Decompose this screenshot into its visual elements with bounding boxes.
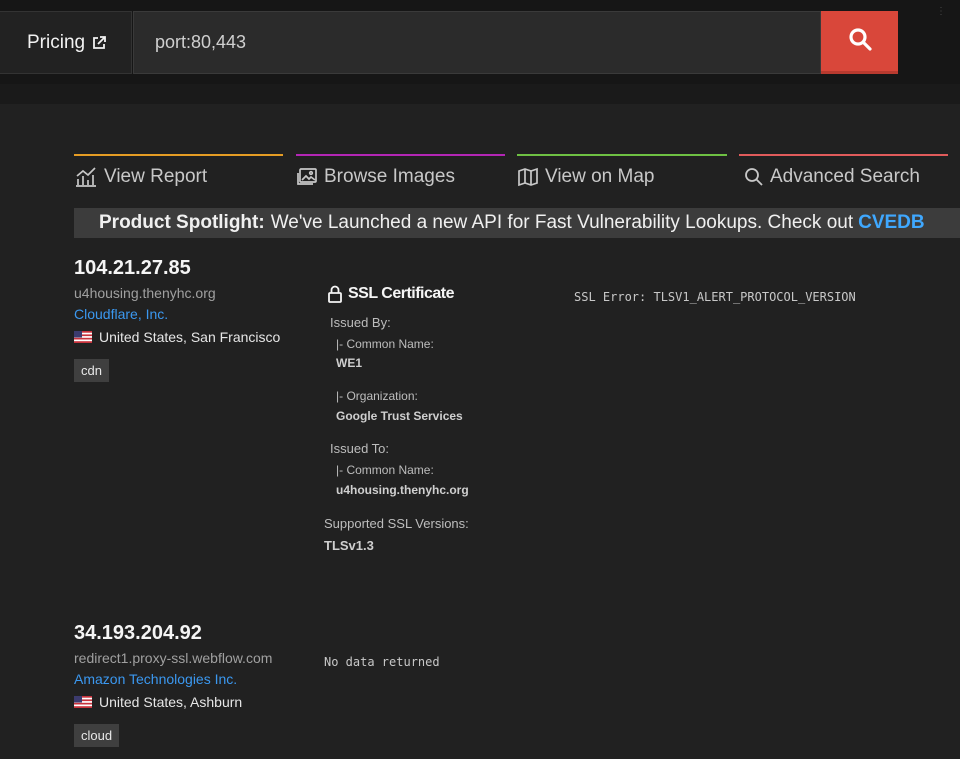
result-ip[interactable]: 34.193.204.92 (74, 622, 202, 645)
result-location: United States, San Francisco (74, 329, 280, 345)
magnifier-icon (744, 167, 764, 187)
issued-by-label: Issued By: (330, 315, 391, 330)
spotlight-label: Product Spotlight: (99, 212, 265, 233)
tag-badge[interactable]: cdn (74, 359, 109, 382)
issuer-cn-value: WE1 (336, 356, 363, 370)
images-icon (296, 167, 318, 187)
chart-icon (74, 166, 98, 188)
tab-view-on-map-label: View on Map (545, 166, 655, 187)
pricing-label: Pricing (27, 31, 86, 53)
search-button[interactable] (821, 11, 898, 74)
subject-cn-value: u4housing.thenyhc.org (336, 483, 469, 497)
dots-icon: ⋮ (936, 6, 946, 17)
map-icon (517, 167, 539, 187)
result-banner: No data returned (324, 655, 440, 669)
result-location-text: United States, Ashburn (99, 694, 243, 710)
result-org-link[interactable]: Amazon Technologies Inc. (74, 671, 237, 687)
search-icon (848, 27, 872, 56)
search-query: port:80,443 (155, 32, 247, 52)
issuer-org-label: |- Organization: (336, 389, 418, 403)
result-location-text: United States, San Francisco (99, 329, 281, 345)
issued-to-label: Issued To: (330, 441, 390, 456)
tag-badge[interactable]: cloud (74, 724, 120, 747)
us-flag-icon (74, 331, 92, 343)
tab-browse-images-label: Browse Images (324, 166, 455, 187)
issuer-cn-label: |- Common Name: (336, 337, 434, 351)
lock-icon (327, 285, 343, 303)
tab-view-on-map[interactable]: View on Map (517, 154, 727, 194)
subject-cn-label: |- Common Name: (336, 463, 434, 477)
pricing-link[interactable]: Pricing (0, 11, 132, 74)
product-spotlight-banner: Product Spotlight: We've Launched a new … (74, 208, 960, 238)
tab-advanced-search-label: Advanced Search (770, 166, 920, 187)
external-link-icon (92, 35, 106, 50)
tab-advanced-search[interactable]: Advanced Search (739, 154, 948, 194)
tab-browse-images[interactable]: Browse Images (296, 154, 505, 194)
ssl-title-text: SSL Certificate (348, 285, 455, 302)
result-ip[interactable]: 104.21.27.85 (74, 257, 191, 280)
us-flag-icon (74, 696, 92, 708)
spotlight-text: We've Launched a new API for Fast Vulner… (270, 212, 854, 233)
tab-view-report-label: View Report (104, 166, 208, 187)
result-hostname: u4housing.thenyhc.org (74, 285, 216, 301)
result-hostname: redirect1.proxy-ssl.webflow.com (74, 650, 273, 666)
cvedb-link[interactable]: CVEDB (858, 212, 925, 234)
search-input[interactable]: port:80,443 (133, 11, 821, 74)
issuer-org-value: Google Trust Services (336, 409, 463, 423)
result-location: United States, Ashburn (74, 694, 242, 710)
ssl-certificate-title: SSL Certificate (327, 285, 455, 303)
ssl-versions-label: Supported SSL Versions: (324, 516, 469, 531)
result-org-link[interactable]: Cloudflare, Inc. (74, 306, 168, 322)
ssl-versions-value: TLSv1.3 (324, 538, 374, 553)
result-banner: SSL Error: TLSV1_ALERT_PROTOCOL_VERSION (574, 290, 856, 304)
tab-view-report[interactable]: View Report (74, 154, 283, 194)
